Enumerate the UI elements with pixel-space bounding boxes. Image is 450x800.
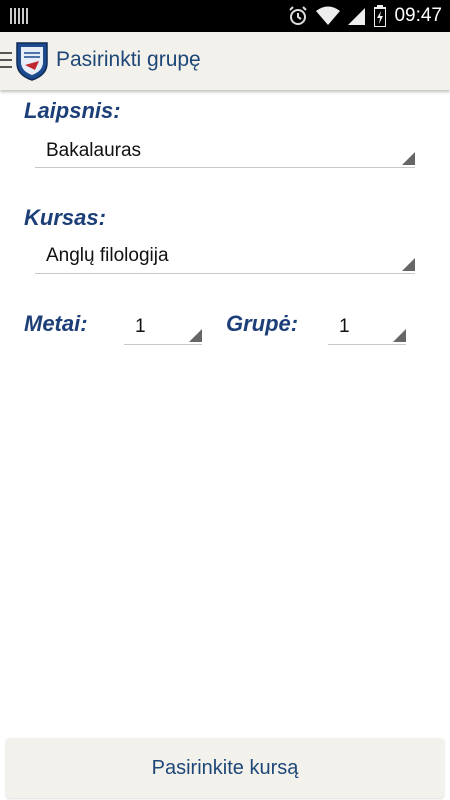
dropdown-arrow-icon [402, 258, 415, 271]
group-label: Grupė: [226, 311, 299, 336]
battery-icon [374, 5, 387, 27]
course-label: Kursas: [24, 205, 106, 230]
course-spinner[interactable]: Anglų filologija [35, 245, 415, 274]
group-spinner[interactable]: 1 [328, 316, 406, 345]
degree-spinner[interactable]: Bakalauras [35, 140, 415, 168]
degree-label: Laipsnis: [24, 98, 121, 123]
university-logo[interactable] [15, 41, 49, 86]
notification-bars-icon [10, 8, 28, 29]
year-spinner[interactable]: 1 [124, 316, 202, 345]
alarm-icon [289, 6, 308, 25]
status-bar: 09:47 [0, 0, 450, 32]
year-label: Metai: [24, 311, 88, 336]
menu-icon[interactable] [0, 52, 12, 72]
degree-value: Bakalauras [46, 140, 142, 161]
select-course-button[interactable]: Pasirinkite kursą [6, 738, 444, 798]
year-value: 1 [135, 316, 146, 337]
dropdown-arrow-icon [393, 329, 406, 342]
group-value: 1 [339, 316, 350, 337]
dropdown-arrow-icon [189, 329, 202, 342]
page-title: Pasirinkti grupę [56, 48, 201, 71]
action-bar: Pasirinkti grupę [0, 32, 450, 90]
course-value: Anglų filologija [46, 245, 169, 266]
wifi-icon [316, 6, 341, 25]
dropdown-arrow-icon [402, 152, 415, 165]
signal-icon [348, 8, 366, 25]
status-clock: 09:47 [394, 5, 442, 26]
